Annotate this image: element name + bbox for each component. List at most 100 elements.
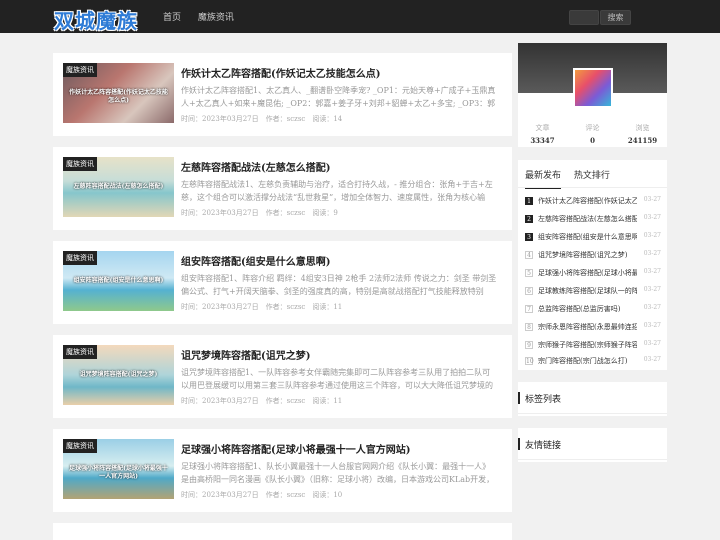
widget-title: 友情链接 [525,441,562,451]
rank-date: 03-27 [643,340,661,347]
rank-title[interactable]: 组安阵容搭配(组安是什么意思啊) [538,232,637,242]
rank-number: 6 [525,287,533,295]
rank-number: 4 [525,251,533,259]
list-item[interactable]: 1 作妖计太乙阵容搭配(作妖记太乙技能怎么点) 03-27 [525,196,661,208]
thumbnail-caption: 组安阵容搭配(组安是什么意思啊) [73,277,164,284]
rank-date: 03-27 [643,304,661,311]
article-excerpt: 组安阵容搭配1、阵容介绍 羁绊：4组安3日神 2枪手 2法师2法师 传说之力：剑… [181,274,497,296]
article-excerpt: 足球强小将阵容搭配1、队长小翼最强十一人台服官网网介绍《队长小翼：最强十一人》是… [181,462,495,484]
article-meta: 时间：2023年03月27日 作者：sczsc 阅读：11 [181,303,343,311]
nav-item-home[interactable]: 首页 [163,13,181,23]
article-card[interactable]: 魔族资讯 组安阵容搭配(组安是什么意思啊) 组安阵容搭配(组安是什么意思啊) 组… [53,241,512,324]
rank-number: 10 [525,357,534,365]
article-thumbnail[interactable]: 魔族资讯 作妖计太乙阵容搭配(作妖记太乙技能怎么点) [63,63,174,123]
profile-card: 文章 33347 评论 0 浏览 241159 [518,43,667,147]
list-item[interactable]: 5 足球强小将阵容搭配(足球小将最强十一人官方网站) 03-27 [525,268,661,280]
rank-number: 3 [525,233,533,241]
rank-number: 5 [525,269,533,277]
rank-title[interactable]: 宗师猴子阵容搭配(宗师猴子阵容) [538,340,637,350]
list-item[interactable]: 9 宗师猴子阵容搭配(宗师猴子阵容) 03-27 [525,340,661,352]
thumbnail-caption: 作妖计太乙阵容搭配(作妖记太乙技能怎么点) [69,89,168,104]
article-excerpt: 作妖计太乙阵容搭配1、太乙真人、_翻谱卧空降季宠? _OP1：元始天尊+广成子+… [181,86,496,108]
rank-number: 1 [525,197,533,205]
rank-title[interactable]: 作妖计太乙阵容搭配(作妖记太乙技能怎么点) [538,196,637,206]
search-input[interactable] [569,10,599,25]
category-badge: 魔族资讯 [63,345,97,359]
avatar[interactable] [573,68,613,108]
list-item[interactable]: 7 总监阵容搭配(总监厉害吗) 03-27 [525,304,661,316]
nav-item-news[interactable]: 魔族资讯 [198,13,234,23]
tab-latest[interactable]: 最新发布 [525,168,562,189]
stat-comments: 评论 0 [585,124,600,145]
list-item[interactable]: 2 左慈阵容搭配战法(左慈怎么搭配) 03-27 [525,214,661,226]
list-item[interactable]: 8 宗师永恩阵容搭配(永恩最帅连招) 03-27 [525,322,661,334]
list-item[interactable]: 3 组安阵容搭配(组安是什么意思啊) 03-27 [525,232,661,244]
rank-date: 03-27 [643,196,661,203]
article-thumbnail[interactable]: 魔族资讯 左慈阵容搭配战法(左慈怎么搭配) [63,157,174,217]
site-header: 双城魔族 首页 魔族资讯 搜索 [0,0,720,33]
article-title[interactable]: 组安阵容搭配(组安是什么意思啊) [181,253,330,268]
rank-date: 03-27 [643,250,661,257]
rank-date: 03-27 [643,232,661,239]
thumbnail-caption: 诅咒梦境阵容搭配(诅咒之梦) [79,371,158,378]
list-item[interactable]: 4 诅咒梦境阵容搭配(诅咒之梦) 03-27 [525,250,661,262]
thumbnail-caption: 左慈阵容搭配战法(左慈怎么搭配) [73,183,164,190]
rank-title[interactable]: 宗师永恩阵容搭配(永恩最帅连招) [538,322,637,332]
article-title[interactable]: 左慈阵容搭配战法(左慈怎么搭配) [181,159,330,174]
rank-title[interactable]: 左慈阵容搭配战法(左慈怎么搭配) [538,214,637,224]
article-card[interactable]: 魔族资讯 诅咒梦境阵容搭配(诅咒之梦) 诅咒梦境阵容搭配(诅咒之梦) 诅咒梦境阵… [53,335,512,418]
article-thumbnail[interactable]: 魔族资讯 组安阵容搭配(组安是什么意思啊) [63,251,174,311]
list-item[interactable]: 10 宗门阵容搭配(宗门战怎么打) 03-27 [525,356,661,368]
article-title[interactable]: 作妖计太乙阵容搭配(作妖记太乙技能怎么点) [181,65,380,80]
rank-title[interactable]: 宗门阵容搭配(宗门战怎么打) [538,356,637,366]
article-card[interactable] [53,523,512,540]
article-card[interactable]: 魔族资讯 足球强小将阵容搭配(足球小将最强十一人官方网站) 足球强小将阵容搭配(… [53,429,512,512]
category-badge: 魔族资讯 [63,63,97,77]
ranking-tabs: 最新发布 热文排行 [525,168,620,189]
article-title[interactable]: 足球强小将阵容搭配(足球小将最强十一人官方网站) [181,441,410,456]
rank-title[interactable]: 足球强小将阵容搭配(足球小将最强十一人官方网站) [538,268,637,278]
category-badge: 魔族资讯 [63,251,97,265]
tab-hot[interactable]: 热文排行 [574,168,610,187]
main-nav: 首页 魔族资讯 [163,10,248,23]
ranking-widget: 最新发布 热文排行 1 作妖计太乙阵容搭配(作妖记太乙技能怎么点) 03-27 … [518,160,667,370]
article-thumbnail[interactable]: 魔族资讯 诅咒梦境阵容搭配(诅咒之梦) [63,345,174,405]
category-badge: 魔族资讯 [63,157,97,171]
divider [518,187,667,188]
category-badge: 魔族资讯 [63,439,97,453]
article-excerpt: 诅咒梦境阵容搭配1、一队阵容参考女伴霸随完集即可二队阵容参考三队用了拍拍二队可以… [181,368,493,390]
tags-widget: 标签列表 [518,382,667,416]
article-card[interactable]: 魔族资讯 左慈阵容搭配战法(左慈怎么搭配) 左慈阵容搭配战法(左慈怎么搭配) 左… [53,147,512,230]
thumbnail-caption: 足球强小将阵容搭配(足球小将最强十一人官方网站) [69,465,168,480]
rank-title[interactable]: 足球教练阵容搭配(足球队一的阵容) [538,286,637,296]
title-accent [518,392,520,404]
rank-title[interactable]: 诅咒梦境阵容搭配(诅咒之梦) [538,250,637,260]
article-card[interactable]: 魔族资讯 作妖计太乙阵容搭配(作妖记太乙技能怎么点) 作妖计太乙阵容搭配(作妖记… [53,53,512,136]
rank-date: 03-27 [643,286,661,293]
stat-views: 浏览 241159 [627,124,658,145]
article-meta: 时间：2023年03月27日 作者：sczsc 阅读：10 [181,491,343,499]
rank-number: 7 [525,305,533,313]
divider [518,413,667,414]
rank-date: 03-27 [643,322,661,329]
article-thumbnail[interactable]: 魔族资讯 足球强小将阵容搭配(足球小将最强十一人官方网站) [63,439,174,499]
rank-date: 03-27 [643,214,661,221]
article-title[interactable]: 诅咒梦境阵容搭配(诅咒之梦) [181,347,310,362]
links-widget: 友情链接 [518,428,667,462]
rank-date: 03-27 [643,356,661,363]
list-item[interactable]: 6 足球教练阵容搭配(足球队一的阵容) 03-27 [525,286,661,298]
rank-number: 8 [525,323,533,331]
article-meta: 时间：2023年03月27日 作者：sczsc 阅读：14 [181,115,343,123]
site-logo[interactable]: 双城魔族 [54,5,138,34]
title-accent [518,438,520,450]
article-excerpt: 左慈阵容搭配战法1、左慈负责辅助与治疗，适合打持久战，- 推分组合：张角+于吉+… [181,180,493,202]
widget-title: 标签列表 [525,395,562,405]
rank-title[interactable]: 总监阵容搭配(总监厉害吗) [538,304,637,314]
divider [518,459,667,460]
rank-date: 03-27 [643,268,661,275]
search-button[interactable]: 搜索 [600,10,631,25]
rank-number: 9 [525,341,533,349]
stat-articles: 文章 33347 [530,124,555,145]
rank-number: 2 [525,215,533,223]
article-meta: 时间：2023年03月27日 作者：sczsc 阅读：11 [181,397,343,405]
